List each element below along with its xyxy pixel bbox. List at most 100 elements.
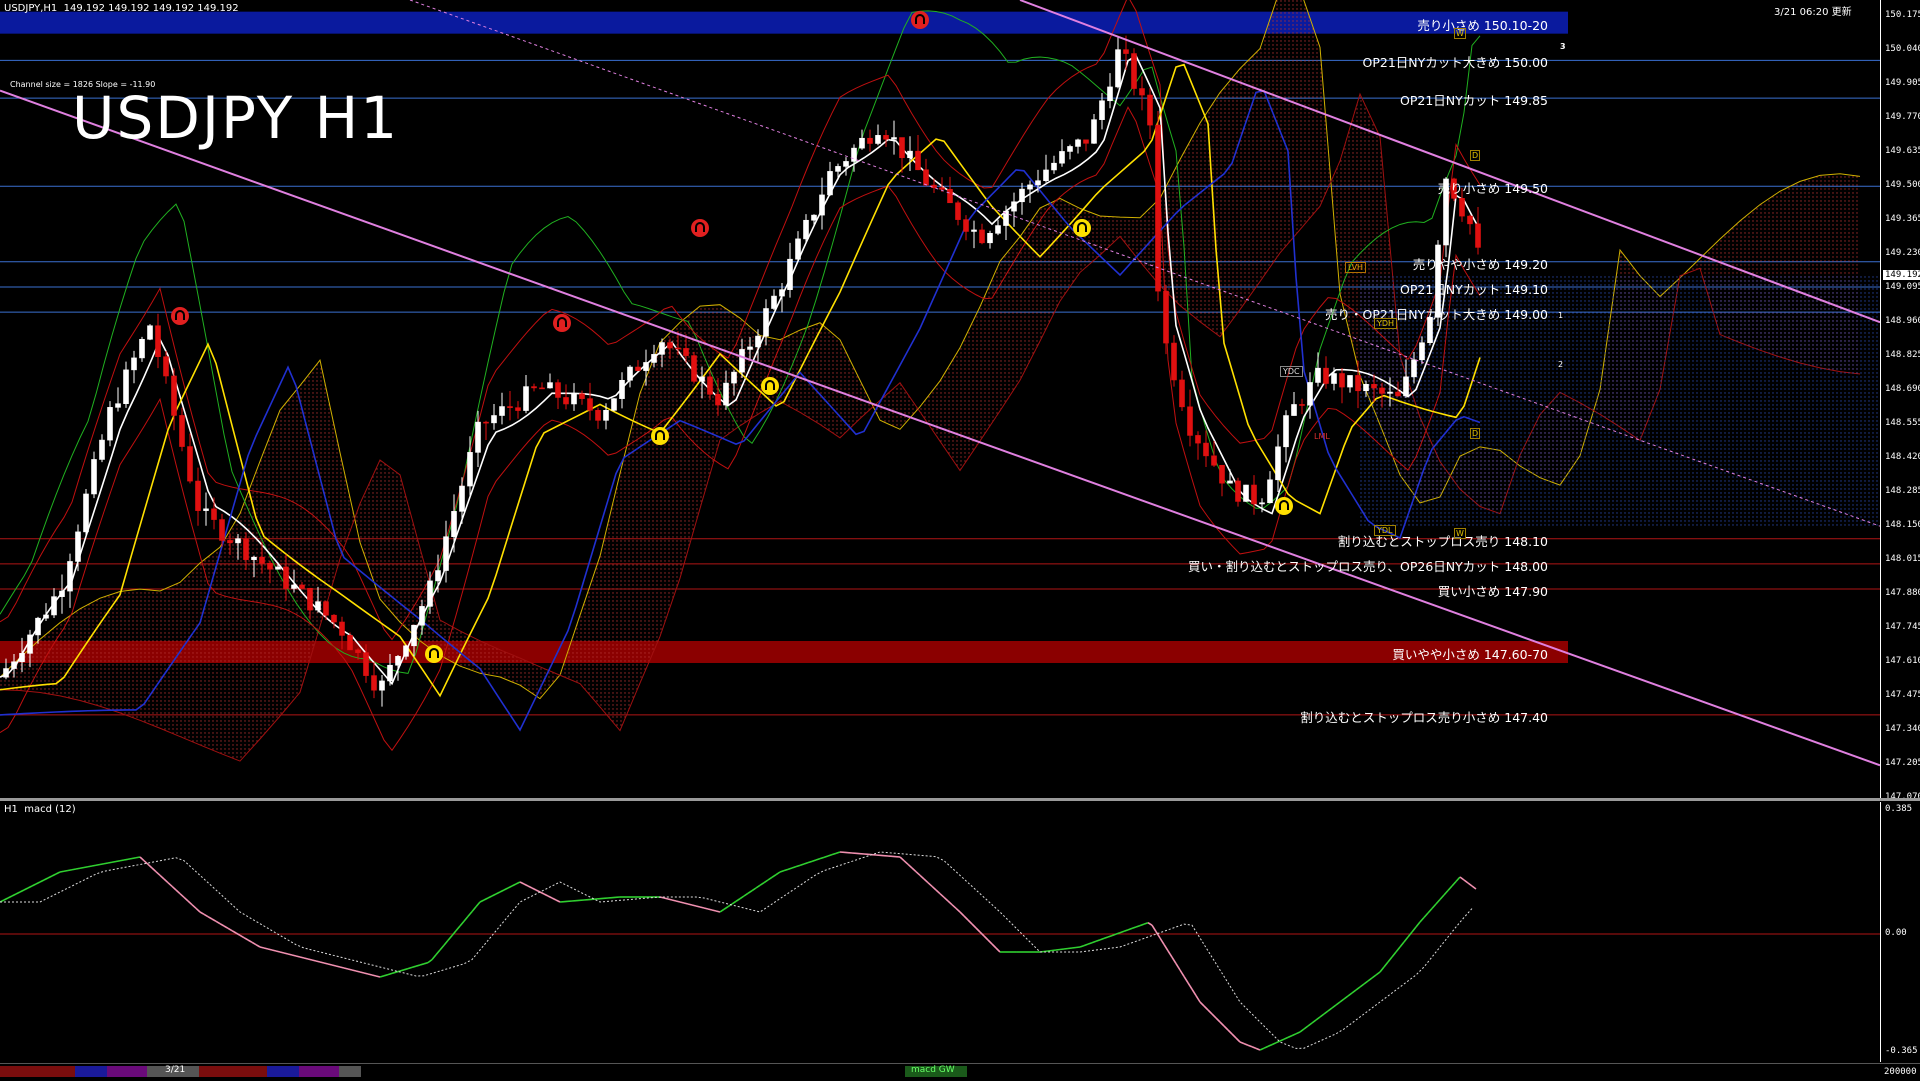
candle-body <box>12 662 17 669</box>
macd-line-segment <box>524 884 528 886</box>
macd-line-segment <box>484 898 488 900</box>
macd-line-segment <box>512 884 516 886</box>
signal-mark <box>553 314 571 332</box>
update-timestamp: 3/21 06:20 更新 <box>1774 3 1852 18</box>
tab-2[interactable] <box>75 1066 107 1077</box>
candle-body <box>1060 151 1065 163</box>
macd-line-segment <box>380 976 384 977</box>
tab-5[interactable] <box>267 1066 299 1077</box>
macd-line-segment <box>776 872 780 875</box>
macd-line-segment <box>1312 1020 1316 1023</box>
macd-panel[interactable]: H1 macd (12) <box>0 802 1880 1062</box>
candle-body <box>1244 485 1249 501</box>
candle-body <box>572 394 577 404</box>
macd-line-segment <box>108 862 112 863</box>
macd-line-segment <box>1224 1026 1228 1030</box>
macd-line-segment <box>376 976 380 977</box>
macd-line-segment <box>688 904 692 905</box>
macd-line-segment <box>908 864 912 868</box>
lvh-marker: LVH <box>1345 262 1366 273</box>
candle-body <box>1404 377 1409 396</box>
macd-line-segment <box>1300 1029 1304 1032</box>
macd-line-segment <box>1428 909 1432 914</box>
tab-date[interactable]: 3/21 <box>147 1066 199 1077</box>
macd-line-segment <box>1204 1006 1208 1010</box>
tab-1[interactable] <box>0 1066 75 1077</box>
current-price-tag: 149.192 <box>1883 270 1920 280</box>
candle-body <box>172 376 177 415</box>
macd-line-segment <box>764 880 768 883</box>
candle-body <box>636 367 641 371</box>
macd-line-segment <box>504 888 508 890</box>
price-chart-panel[interactable]: USDJPY,H1 149.192 149.192 149.192 149.19… <box>0 0 1880 798</box>
macd-line-segment <box>1336 1002 1340 1005</box>
candle-body <box>820 195 825 215</box>
macd-line-segment <box>704 908 708 909</box>
price-axis[interactable]: 150.175150.040149.905149.770149.635149.5… <box>1880 0 1920 798</box>
candle-body <box>252 557 257 559</box>
macd-line-segment <box>1392 952 1396 957</box>
macd-line-segment <box>172 886 176 890</box>
macd-line-segment <box>716 911 720 912</box>
macd-line-segment <box>1296 1032 1300 1034</box>
candle-body <box>700 377 705 381</box>
tab-3[interactable] <box>107 1066 147 1077</box>
tab-4[interactable] <box>199 1066 267 1077</box>
signal-mark-circle <box>691 219 709 237</box>
channel-num-3: 3 <box>1560 42 1566 51</box>
level-label: 買いやや小さめ 147.60-70 <box>1392 644 1548 663</box>
macd-volume-label: 200000 <box>1884 1067 1917 1077</box>
macd-line-segment <box>116 861 120 862</box>
candle-body <box>740 349 745 372</box>
macd-line-segment <box>556 900 560 902</box>
level-label: OP21日NYカット 149.85 <box>1400 90 1548 109</box>
candle-body <box>748 347 753 349</box>
macd-line-segment <box>792 867 796 868</box>
macd-line-segment <box>972 924 976 928</box>
candle-body <box>388 665 393 681</box>
tab-macd[interactable]: macd GW <box>905 1066 967 1077</box>
macd-line-segment <box>1128 928 1132 929</box>
macd-line-segment <box>1192 989 1196 995</box>
macd-line-segment <box>672 900 676 901</box>
macd-line-segment <box>1236 1038 1240 1042</box>
candle-body <box>956 203 961 220</box>
macd-line-segment <box>408 967 412 968</box>
candle-body <box>476 422 481 452</box>
macd-line-segment <box>836 852 840 853</box>
candle-body <box>220 520 225 541</box>
tab-6[interactable] <box>299 1066 339 1077</box>
macd-canvas[interactable] <box>0 802 1880 1062</box>
macd-line-segment <box>212 919 216 921</box>
candle-body <box>1292 404 1297 415</box>
candle-body <box>1140 89 1145 96</box>
signal-mark-circle <box>171 307 189 325</box>
macd-line-segment <box>192 905 196 909</box>
timeframe-tab-strip[interactable]: 3/21 macd GW 200000 <box>0 1063 1920 1081</box>
price-tick: 147.880 <box>1885 588 1920 598</box>
macd-line-segment <box>1416 922 1420 927</box>
macd-line-segment <box>1096 940 1100 941</box>
price-tick: 149.635 <box>1885 146 1920 156</box>
macd-line-segment <box>1160 938 1164 944</box>
candle-body <box>492 416 497 423</box>
candle-body <box>508 407 513 408</box>
macd-line-segment <box>228 928 232 930</box>
macd-line-segment <box>540 892 544 894</box>
candle-body <box>204 509 209 511</box>
price-tick: 149.095 <box>1885 282 1920 292</box>
macd-line-segment <box>352 970 356 971</box>
macd-line-segment <box>76 868 80 869</box>
macd-line-segment <box>1144 923 1148 924</box>
macd-line-segment <box>1440 895 1444 900</box>
macd-line-segment <box>444 940 448 945</box>
panel-divider[interactable] <box>0 798 1920 801</box>
candle-body <box>1420 343 1425 360</box>
candle-body <box>996 226 1001 234</box>
macd-line-segment <box>1060 949 1064 950</box>
macd-line-segment <box>168 883 172 887</box>
macd-line-segment <box>176 890 180 894</box>
macd-line-segment <box>680 902 684 903</box>
macd-line-segment <box>368 974 372 975</box>
tab-7[interactable] <box>339 1066 361 1077</box>
